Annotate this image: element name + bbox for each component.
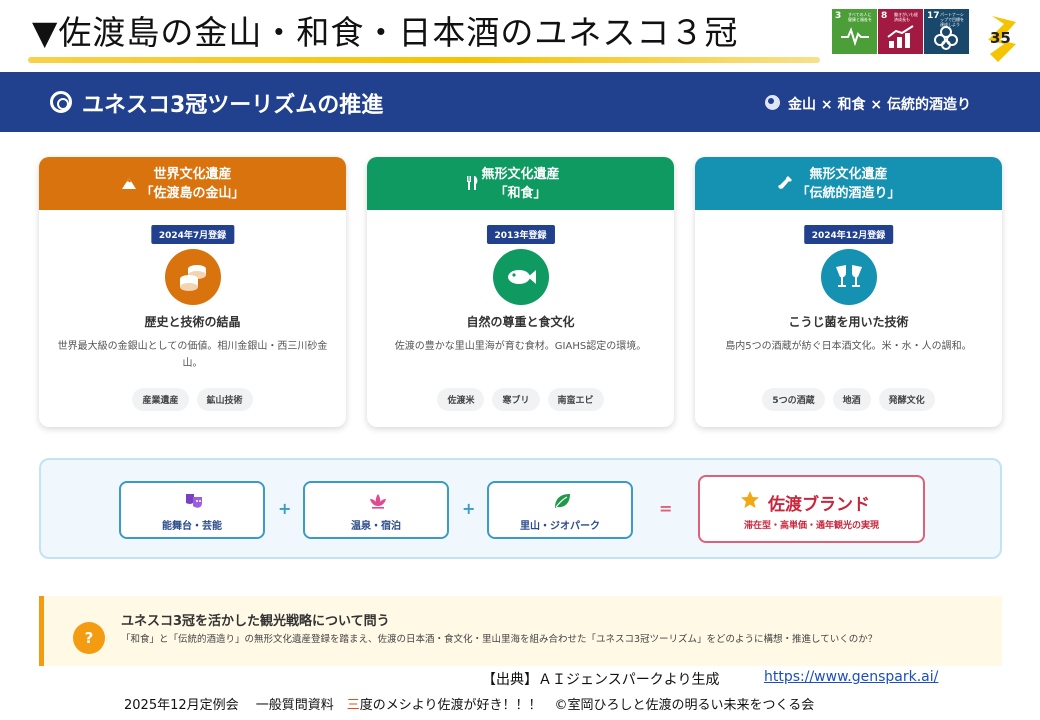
card-category: 世界文化遺産	[153, 167, 232, 182]
tag: 寒ブリ	[492, 388, 540, 411]
banner-title: ユネスコ3冠ツーリズムの推進	[82, 93, 384, 118]
tag: 産業遺産	[132, 388, 189, 411]
tag: 発酵文化	[878, 388, 935, 411]
utensils-icon	[467, 176, 478, 190]
card-description: 島内5つの酒蔵が紡ぐ日本酒文化。米・水・人の調和。	[725, 341, 972, 352]
sdg-goal-3-icon: 3 すべての人に健康と福祉を	[832, 9, 877, 54]
brand-subtitle: 滞在型・高単価・通年観光の実現	[743, 521, 879, 531]
title-underline	[28, 57, 820, 63]
footer-highlight: 三	[346, 698, 360, 713]
tag: 地酒	[832, 388, 871, 411]
tag: 佐渡米	[437, 388, 485, 411]
gold-coins-icon	[164, 249, 221, 305]
plus-sign: +	[278, 499, 292, 518]
theater-masks-icon	[186, 494, 202, 508]
formula-item-satoyama: 里山・ジオパーク	[487, 481, 633, 539]
card-title: 「佐渡島の金山」	[140, 186, 245, 201]
tag: 鉱山技術	[196, 388, 253, 411]
formula-item-noh-theater: 能舞台・芸能	[119, 481, 265, 539]
question-text: 「和食」と「伝統的酒造り」の無形文化遺産登録を踏まえ、佐渡の日本酒・食文化・里山…	[121, 634, 878, 645]
card-description: 世界最大級の金銀山としての価値。相川金銀山・西三川砂金山。	[57, 341, 328, 369]
slide-title: ▼佐渡島の金山・和食・日本酒のユネスコ３冠	[32, 13, 739, 52]
card-category: 無形文化遺産	[809, 167, 888, 182]
registration-badge: 2013年登録	[486, 225, 555, 244]
card-tags: 佐渡米 寒ブリ 南蛮エビ	[367, 388, 674, 411]
card-category: 無形文化遺産	[481, 167, 560, 182]
page-number: 35	[990, 29, 1011, 47]
question-box: ? ユネスコ3冠を活かした観光戦略について問う 「和食」と「伝統的酒造り」の無形…	[39, 596, 1002, 666]
lotus-icon	[370, 494, 386, 509]
registration-badge: 2024年7月登録	[150, 225, 235, 244]
footer-line: 2025年12月定例会 一般質問資料 三度のメシより佐渡が好き！！！ ©室岡ひろ…	[124, 694, 814, 713]
heritage-card-gold-mine: 世界文化遺産 「佐渡島の金山」 2024年7月登録 歴史と技術の結晶 世界最大級…	[39, 157, 346, 427]
card-title: 「和食」	[494, 186, 547, 201]
card-tags: 5つの酒蔵 地酒 発酵文化	[695, 388, 1002, 411]
formula-item-label: 里山・ジオパーク	[520, 521, 600, 532]
card-header: 無形文化遺産 「伝統的酒造り」	[695, 157, 1002, 210]
globe-icon	[765, 95, 780, 110]
card-header: 無形文化遺産 「和食」	[367, 157, 674, 210]
plus-sign: +	[462, 499, 476, 518]
partnership-icon	[934, 26, 958, 50]
sdg-goal-8-number: 8	[881, 11, 888, 21]
card-heading: 自然の尊重と食文化	[466, 315, 575, 329]
sado-brand-result: 佐渡ブランド 滞在型・高単価・通年観光の実現	[698, 475, 925, 543]
formula-item-label: 温泉・宿泊	[351, 521, 401, 532]
heritage-card-sake-brewing: 無形文化遺産 「伝統的酒造り」 2024年12月登録 こうじ菌を用いた技術 島内…	[695, 157, 1002, 427]
card-tags: 産業遺産 鉱山技術	[39, 388, 346, 411]
sake-cheers-icon	[820, 249, 877, 305]
sdg-goal-8-caption: 働きがいも経済成長も	[894, 12, 918, 22]
sdg-goal-17-icon: 17 パートナーシップで目標を達成しよう	[924, 9, 969, 54]
sdg-goal-8-icon: 8 働きがいも経済成長も	[878, 9, 923, 54]
sdg-goal-3-caption: すべての人に健康と福祉を	[848, 12, 872, 22]
equals-sign: =	[659, 499, 673, 518]
tag: 南蛮エビ	[547, 388, 604, 411]
leaf-icon	[555, 494, 570, 508]
heritage-card-washoku: 無形文化遺産 「和食」 2013年登録 自然の尊重と食文化 佐渡の豊かな里山里海…	[367, 157, 674, 427]
question-title: ユネスコ3冠を活かした観光戦略について問う	[121, 614, 390, 629]
brand-title: 佐渡ブランド	[768, 495, 870, 515]
banner-subtitle: 金山 × 和食 × 伝統的酒造り	[788, 97, 971, 113]
registration-badge: 2024年12月登録	[803, 225, 894, 244]
brand-formula: 能舞台・芸能 + 温泉・宿泊 + 里山・ジオパーク = 佐渡ブランド 滞在型・高…	[39, 458, 1002, 559]
question-icon: ?	[73, 622, 105, 654]
sdg-goal-17-number: 17	[927, 11, 940, 21]
card-heading: 歴史と技術の結晶	[144, 315, 241, 329]
source-link[interactable]: https://www.genspark.ai/	[764, 669, 938, 685]
card-heading: こうじ菌を用いた技術	[788, 315, 909, 329]
sdg-goal-3-number: 3	[835, 11, 842, 21]
section-banner: ユネスコ3冠ツーリズムの推進 金山 × 和食 × 伝統的酒造り	[0, 72, 1040, 132]
heartbeat-icon	[841, 27, 869, 47]
fish-icon	[492, 249, 549, 305]
mountain-icon	[122, 178, 136, 189]
target-icon	[50, 91, 72, 113]
source-label: 【出典】ＡＩジェンスパークより生成	[482, 672, 720, 688]
growth-chart-icon	[887, 25, 914, 48]
footer-text: 度のメシより佐渡が好き！！！ ©室岡ひろしと佐渡の明るい未来をつくる会	[359, 698, 815, 713]
card-title: 「伝統的酒造り」	[796, 186, 901, 201]
footer-text: 2025年12月定例会 一般質問資料	[124, 698, 347, 713]
star-icon	[741, 491, 759, 508]
sake-bottle-icon	[778, 176, 792, 189]
formula-item-onsen: 温泉・宿泊	[303, 481, 449, 539]
card-header: 世界文化遺産 「佐渡島の金山」	[39, 157, 346, 210]
card-description: 佐渡の豊かな里山里海が育む食材。GIAHS認定の環境。	[394, 341, 647, 352]
tag: 5つの酒蔵	[762, 388, 825, 411]
formula-item-label: 能舞台・芸能	[162, 521, 222, 532]
